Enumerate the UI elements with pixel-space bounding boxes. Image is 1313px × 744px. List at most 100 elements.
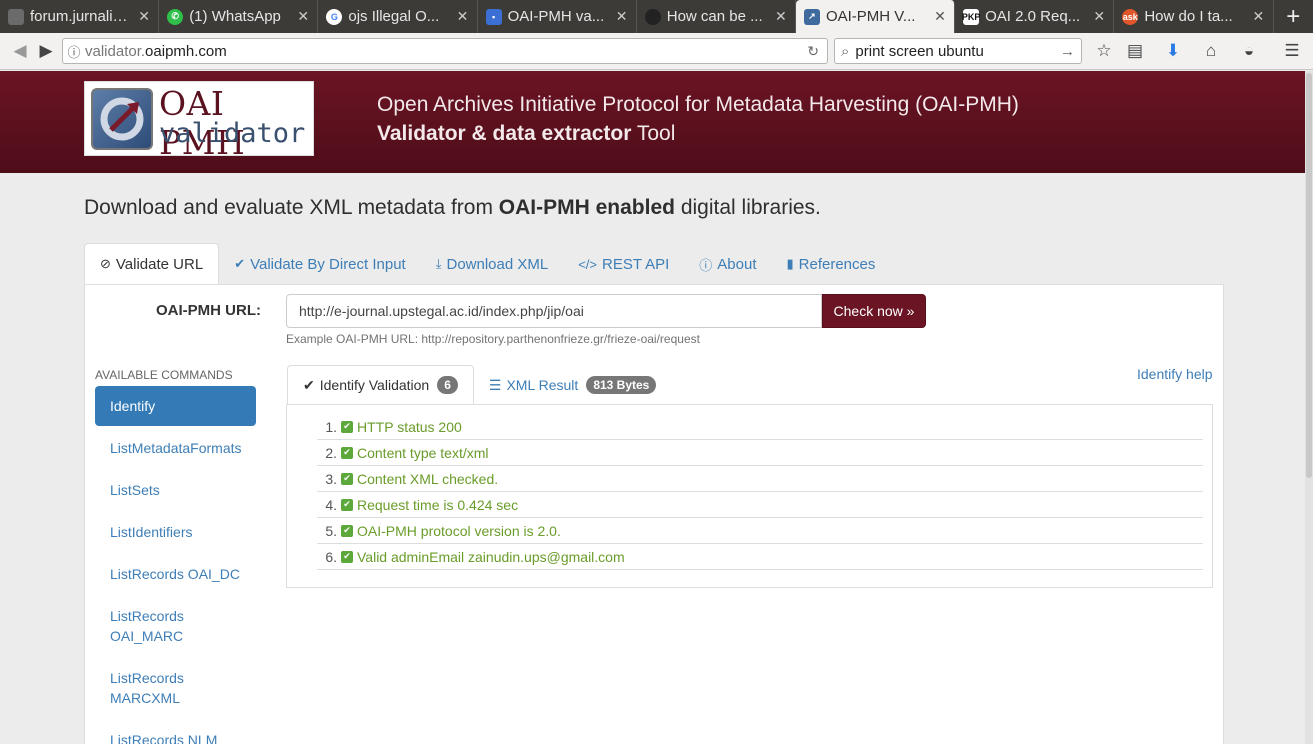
close-tab-icon[interactable]: ✕ — [138, 8, 150, 25]
whatsapp-icon: ✆ — [167, 8, 184, 25]
close-tab-icon[interactable]: ✕ — [775, 8, 787, 25]
pocket-icon[interactable]: ◒ — [1237, 39, 1261, 63]
lead-pre: Download and evaluate XML metadata from — [84, 196, 499, 219]
header-subtitle-rest: Tool — [631, 122, 676, 145]
logo-text-bottom: validator — [159, 118, 306, 149]
browser-tab-title: How do I ta... — [1144, 8, 1233, 25]
browser-tab-strip: forum.jurnalin... ✕ ✆ (1) WhatsApp ✕ G o… — [0, 0, 1313, 33]
tab-label: XML Result — [506, 377, 579, 393]
sidebar-item-listsets[interactable]: ListSets — [95, 470, 256, 510]
browser-tab[interactable]: ▪ OAI-PMH va... ✕ — [478, 0, 637, 33]
close-tab-icon[interactable]: ✕ — [934, 8, 946, 25]
tab-label: REST API — [602, 255, 670, 273]
tab-validate-url[interactable]: ⊘ Validate URL — [84, 243, 220, 285]
commands-sidebar: Identify ListMetadataFormats ListSets Li… — [95, 386, 256, 744]
item-text: Request time is 0.424 sec — [357, 496, 519, 513]
tab-xml-result[interactable]: ☰ XML Result 813 Bytes — [474, 365, 671, 405]
menu-icon[interactable]: ☰ — [1280, 39, 1304, 63]
sidebar-item-listmetadataformats[interactable]: ListMetadataFormats — [95, 428, 256, 468]
browser-tab[interactable]: PKP OAI 2.0 Req... ✕ — [955, 0, 1115, 33]
list-icon: ☰ — [488, 376, 502, 393]
tab-download-xml[interactable]: ⤓ Download XML — [421, 243, 563, 285]
tab-about[interactable]: ⓘ About — [684, 243, 771, 285]
address-prefix: validator. — [85, 42, 146, 60]
close-tab-icon[interactable]: ✕ — [457, 8, 469, 25]
sidebar-item-identify[interactable]: Identify — [95, 386, 256, 426]
search-icon: ⌕ — [841, 42, 850, 60]
sidebar-item-listidentifiers[interactable]: ListIdentifiers — [95, 512, 256, 552]
scrollbar-thumb[interactable] — [1306, 73, 1312, 478]
back-icon[interactable]: ◀ — [8, 39, 32, 63]
sidebar-item-listrecords-oai-dc[interactable]: ListRecords OAI_DC — [95, 554, 256, 594]
item-text: HTTP status 200 — [357, 418, 462, 435]
check-circle-icon: ⊘ — [100, 256, 111, 271]
tab-label: About — [717, 255, 757, 273]
browser-tab[interactable]: ask How do I ta... ✕ — [1114, 0, 1274, 33]
close-tab-icon[interactable]: ✕ — [297, 8, 309, 25]
item-number: 6. — [325, 548, 337, 565]
check-square-icon: ✔ — [341, 498, 353, 511]
bookmark-icon: ▮ — [786, 256, 794, 271]
header-subtitle: Validator & data extractor Tool — [377, 122, 675, 146]
identify-help-link[interactable]: Identify help — [1137, 366, 1213, 382]
check-square-icon: ✔ — [341, 420, 353, 433]
forward-icon[interactable]: ▶ — [34, 39, 58, 63]
address-domain: oaipmh.com — [145, 42, 227, 60]
close-tab-icon[interactable]: ✕ — [1093, 8, 1105, 25]
check-now-button[interactable]: Check now » — [822, 294, 926, 328]
download-icon[interactable]: ⬇ — [1161, 39, 1185, 63]
browser-tab-active[interactable]: ↗ OAI-PMH V... ✕ — [795, 0, 956, 33]
reload-icon[interactable]: ↻ — [807, 43, 819, 60]
sidebar-item-listrecords-marcxml[interactable]: ListRecords MARCXML — [95, 658, 195, 718]
check-icon: ✔ — [234, 256, 246, 271]
tab-rest-api[interactable]: </> REST API — [563, 243, 684, 285]
home-icon[interactable]: ⌂ — [1199, 39, 1223, 63]
item-number: 4. — [325, 496, 337, 513]
browser-tab-title: (1) WhatsApp — [189, 8, 281, 25]
tab-label: References — [798, 255, 876, 273]
tab-references[interactable]: ▮ References — [771, 243, 890, 285]
info-icon[interactable]: ⓘ — [63, 42, 85, 61]
tab-identify-validation[interactable]: ✔ Identify Validation 6 — [287, 365, 474, 405]
info-icon: ⓘ — [699, 257, 713, 273]
browser-tab-title: forum.jurnalin... — [30, 8, 133, 25]
oai-url-input[interactable] — [286, 294, 822, 328]
sidebar-item-listrecords-nlm[interactable]: ListRecords NLM — [95, 720, 256, 744]
download-icon: ⤓ — [435, 256, 442, 271]
browser-tab[interactable]: How can be ... ✕ — [637, 0, 796, 33]
sidebar-item-listrecords-oai-marc[interactable]: ListRecords OAI_MARC — [95, 596, 195, 656]
bookmark-star-icon[interactable]: ☆ — [1092, 39, 1116, 63]
page-scrollbar[interactable] — [1305, 71, 1313, 744]
browser-tab[interactable]: ✆ (1) WhatsApp ✕ — [159, 0, 319, 33]
check-square-icon: ✔ — [341, 472, 353, 485]
browser-tab-title: How can be ... — [666, 8, 763, 25]
check-square-icon: ✔ — [341, 524, 353, 537]
search-go-icon[interactable]: → — [1060, 43, 1075, 60]
google-icon: G — [326, 8, 343, 25]
browser-tab[interactable]: forum.jurnalin... ✕ — [0, 0, 160, 33]
xml-size-badge: 813 Bytes — [586, 376, 657, 394]
close-tab-icon[interactable]: ✕ — [1253, 8, 1265, 25]
site-header: OAI PMH validator Open Archives Initiati… — [0, 71, 1305, 173]
example-url-hint: Example OAI-PMH URL: http://repository.p… — [286, 332, 700, 346]
site-logo[interactable]: OAI PMH validator — [84, 81, 314, 162]
list-item: 3. ✔ Content XML checked. — [317, 466, 1203, 492]
chat-icon: ▪ — [485, 8, 502, 25]
new-tab-icon[interactable]: + — [1274, 0, 1313, 33]
address-bar[interactable]: ⓘ validator.oaipmh.com ↻ — [62, 38, 828, 64]
browser-tab-title: OAI-PMH va... — [507, 8, 605, 25]
item-number: 3. — [325, 470, 337, 487]
check-icon: ✔ — [303, 376, 315, 393]
check-square-icon: ✔ — [341, 446, 353, 459]
oai-icon: ↗ — [803, 8, 820, 25]
browser-tab-title: ojs Illegal O... — [348, 8, 440, 25]
search-bar[interactable]: ⌕ print screen ubuntu → — [834, 38, 1082, 64]
result-tabs: ✔ Identify Validation 6 ☰ XML Result 813… — [287, 365, 671, 405]
close-tab-icon[interactable]: ✕ — [616, 8, 628, 25]
tab-validate-direct-input[interactable]: ✔ Validate By Direct Input — [219, 243, 421, 285]
browser-tab[interactable]: G ojs Illegal O... ✕ — [318, 0, 478, 33]
list-item: 6. ✔ Valid adminEmail zainudin.ups@gmail.c… — [317, 544, 1203, 570]
reading-list-icon[interactable]: ▤ — [1123, 39, 1147, 63]
tab-label: Validate By Direct Input — [250, 255, 406, 273]
item-text: Content XML checked. — [357, 470, 499, 487]
